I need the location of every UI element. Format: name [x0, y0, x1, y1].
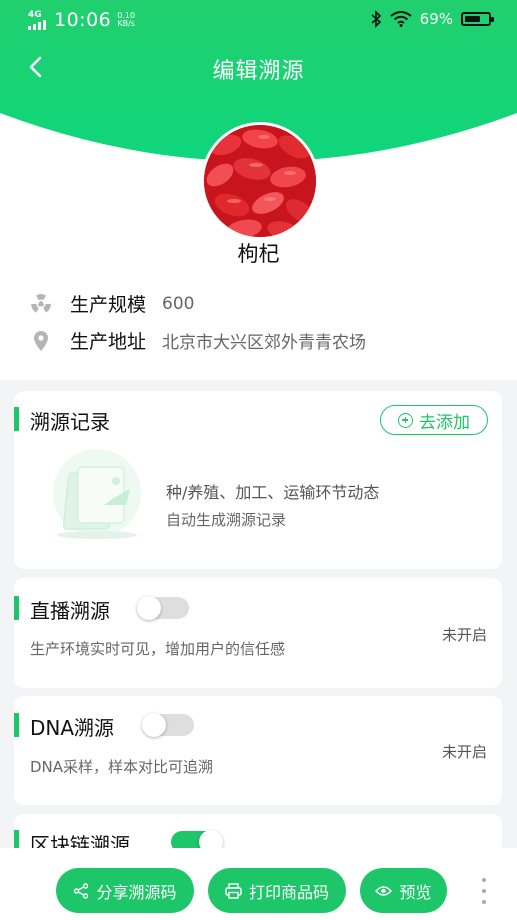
print-code-button[interactable]: 打印商品码 [208, 868, 346, 913]
trace-record-line2: 自动生成溯源记录 [166, 511, 287, 529]
status-time: 10:06 [54, 9, 112, 31]
signal-icon: 4G [28, 10, 52, 30]
trace-record-line1: 种/养殖、加工、运输环节动态 [166, 483, 380, 502]
dna-trace-card: DNA溯源 DNA采样，样本对比可追溯 未开启 [14, 696, 502, 805]
section-marker [14, 407, 19, 431]
eye-icon [375, 885, 393, 896]
document-illustration [42, 445, 152, 545]
wifi-icon [390, 11, 412, 27]
radiation-icon [30, 293, 52, 315]
trace-record-card: 溯源记录 去添加 种/养殖、加工、运输环节动态 自动生成溯源记录 [14, 391, 502, 569]
preview-button[interactable]: 预览 [360, 868, 447, 913]
bluetooth-icon [371, 10, 381, 28]
product-name: 枸杞 [237, 242, 280, 266]
product-image[interactable] [201, 122, 319, 240]
plus-circle-icon [398, 412, 413, 428]
dna-trace-desc: DNA采样，样本对比可追溯 [30, 758, 214, 776]
share-code-button[interactable]: 分享溯源码 [56, 868, 194, 913]
section-marker [14, 713, 19, 737]
info-label-scale: 生产规模 [70, 294, 147, 316]
info-value-scale: 600 [162, 293, 195, 314]
status-bar: 4G 10:06 0.10 KB/s 69% [0, 0, 517, 40]
network-speed: 0.10 KB/s [117, 11, 136, 28]
dna-trace-status: 未开启 [441, 743, 487, 761]
info-row-address: 生产地址 北京市大兴区郊外青青农场 [30, 327, 366, 354]
trace-record-title: 溯源记录 [30, 410, 110, 434]
battery-percent: 69% [419, 10, 453, 28]
add-record-button[interactable]: 去添加 [380, 405, 488, 435]
battery-icon [461, 12, 494, 26]
share-icon [74, 882, 89, 899]
section-marker [14, 596, 19, 620]
live-trace-desc: 生产环境实时可见，增加用户的信任感 [30, 640, 286, 658]
info-label-address: 生产地址 [70, 331, 147, 353]
bottom-action-bar: 分享溯源码 打印商品码 预览 [0, 848, 517, 920]
live-trace-card: 直播溯源 生产环境实时可见，增加用户的信任感 未开启 [14, 578, 502, 688]
printer-icon [225, 882, 242, 899]
page-title: 编辑溯源 [212, 59, 305, 84]
live-trace-status: 未开启 [441, 626, 487, 644]
dna-trace-toggle[interactable] [142, 713, 194, 737]
live-trace-title: 直播溯源 [30, 599, 110, 623]
live-trace-toggle[interactable] [137, 596, 189, 620]
location-pin-icon [30, 330, 52, 352]
dna-trace-title: DNA溯源 [30, 716, 115, 740]
more-vertical-icon[interactable] [481, 878, 487, 904]
info-value-address: 北京市大兴区郊外青青农场 [162, 333, 367, 353]
info-row-scale: 生产规模 600 [30, 290, 194, 317]
